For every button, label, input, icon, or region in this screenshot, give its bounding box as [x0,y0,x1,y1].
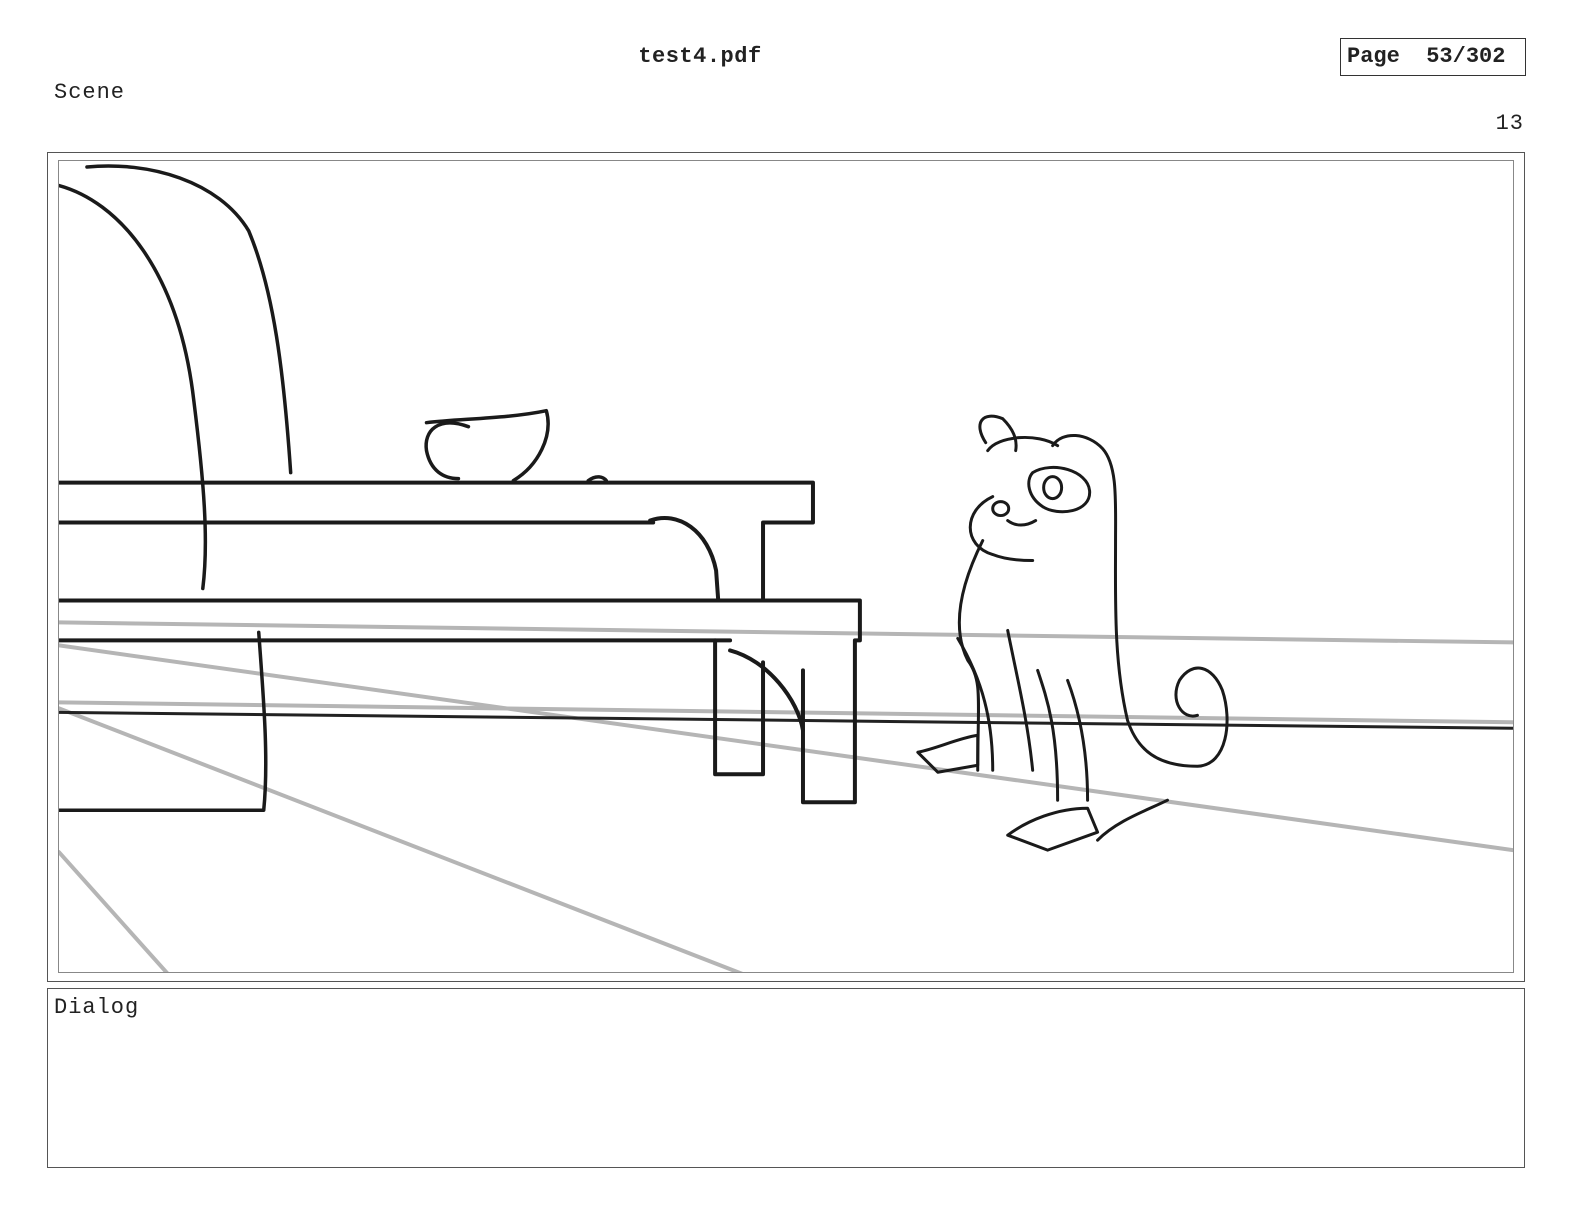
page-indicator: Page 53/302 [1340,38,1526,76]
scene-number: 13 [1495,111,1524,136]
dialog-label: Dialog [54,995,140,1020]
perspective-guides [59,620,1513,972]
dialog-box: Dialog [47,988,1525,1168]
document-title: test4.pdf [638,44,762,69]
storyboard-sketch [59,164,1513,972]
bowl-sketch [424,408,608,483]
scene-label: Scene [54,80,126,105]
storyboard-panel [47,152,1525,982]
panel-inner-frame [58,160,1514,973]
